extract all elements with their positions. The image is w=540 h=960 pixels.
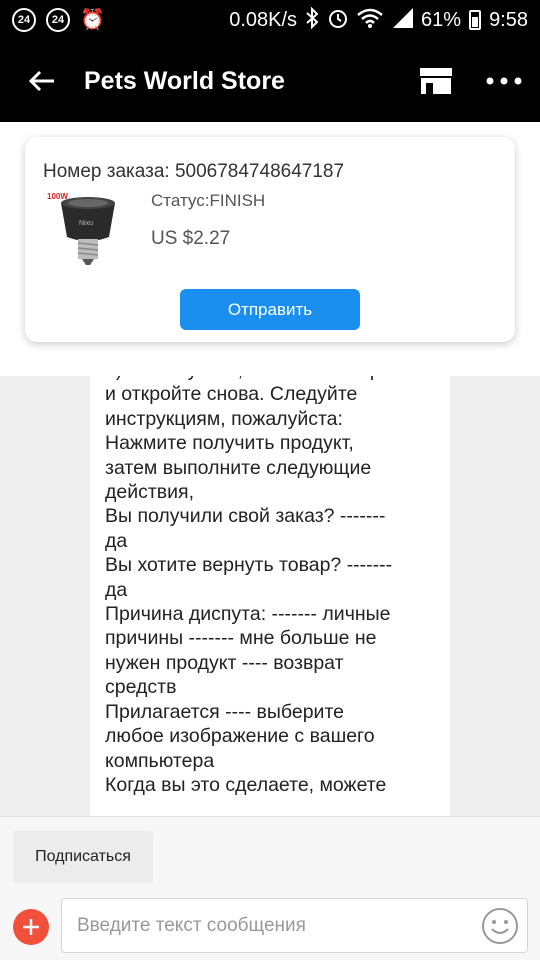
alarm-icon: ⏰ (80, 9, 105, 31)
bluetooth-icon (305, 6, 319, 33)
wifi-icon (357, 8, 383, 32)
order-number: Номер заказа: 5006784748647187 (43, 161, 345, 182)
battery-percent: 61% (421, 8, 462, 31)
emoji-icon[interactable] (481, 907, 519, 945)
plus-icon[interactable] (13, 909, 49, 945)
alarm-clock-icon (327, 7, 349, 33)
bottom-bar: Подписаться (0, 816, 540, 960)
network-speed: 0.08K/s (229, 8, 298, 31)
page-title: Pets World Store (84, 66, 285, 95)
order-card[interactable]: Номер заказа: 5006784748647187 100W Nixu… (25, 137, 515, 342)
more-icon[interactable] (468, 40, 540, 122)
image-badge: 100W (47, 192, 68, 201)
svg-text:Nixu: Nixu (79, 220, 93, 227)
product-image[interactable]: 100W Nixu (45, 189, 131, 275)
back-arrow-icon[interactable] (0, 40, 84, 122)
store-icon[interactable] (404, 40, 468, 122)
chat-area[interactable]: 2) Пожалуйста, отмените спор и откройте … (0, 376, 540, 816)
message-input-box (61, 898, 528, 953)
battery-icon (469, 10, 482, 30)
message-text: 2) Пожалуйста, отмените спор и откройте … (105, 376, 393, 796)
signal-icon (391, 8, 414, 32)
subscribe-button[interactable]: Подписаться (13, 831, 153, 883)
order-status: Статус:FINISH (151, 191, 266, 210)
app-bar: Pets World Store (0, 40, 540, 122)
notification-badge: 24 (46, 8, 70, 32)
status-bar: 24 24 ⏰ 0.08K/s 61% 9:58 (0, 0, 540, 40)
send-order-button[interactable]: Отправить (180, 289, 360, 330)
notification-badge: 24 (12, 8, 36, 32)
order-price: US $2.27 (151, 228, 231, 249)
clock-time: 9:58 (489, 8, 528, 31)
message-input[interactable] (62, 899, 462, 952)
